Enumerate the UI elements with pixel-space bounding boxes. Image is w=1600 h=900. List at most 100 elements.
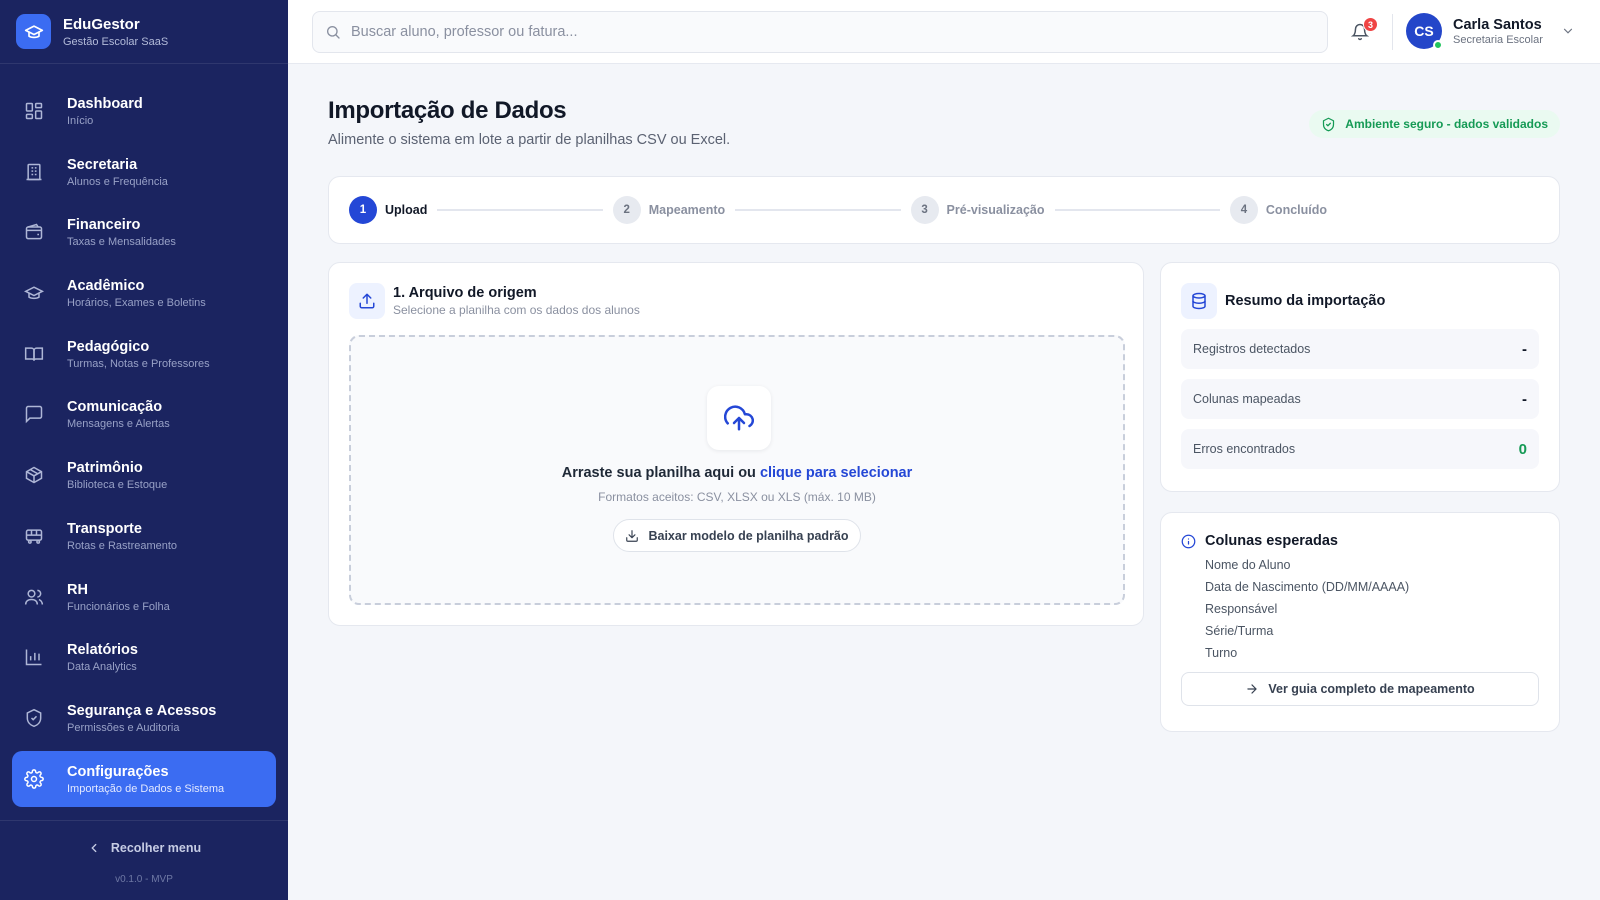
sidebar-item-secretaria[interactable]: Secretaria Alunos e Frequência	[12, 144, 276, 200]
step-upload[interactable]: 1 Upload	[349, 196, 427, 224]
bus-icon	[24, 526, 44, 546]
summary-row-value: -	[1522, 390, 1527, 408]
sidebar-item-configuracoes[interactable]: Configurações Importação de Dados e Siste…	[12, 750, 276, 807]
sidebar-item-label: Comunicação	[67, 399, 163, 416]
sidebar-item-sub: Alunos e Frequência	[67, 175, 168, 188]
sidebar-item-sub: Mensagens e Alertas	[67, 418, 170, 431]
online-status-dot	[1433, 40, 1443, 50]
summary-row-label: Erros encontrados	[1193, 442, 1296, 456]
sidebar-item-label: Configurações	[67, 763, 169, 780]
sidebar-item-dashboard[interactable]: Dashboard Início	[12, 83, 276, 139]
sidebar-item-transporte[interactable]: Transporte Rotas e Rastreamento	[12, 508, 276, 564]
step-label: Pré-visualização	[946, 203, 1045, 217]
sidebar-item-label: Secretaria	[67, 156, 138, 173]
summary-row-label: Colunas mapeadas	[1193, 392, 1301, 406]
step-mapeamento[interactable]: 2 Mapeamento	[612, 196, 725, 224]
header-divider	[1392, 14, 1393, 50]
building-icon	[24, 162, 44, 182]
summary-row-value: 0	[1518, 440, 1527, 458]
sidebar-item-label: Relatórios	[67, 642, 138, 659]
sidebar-item-label: Segurança e Acessos	[67, 702, 217, 719]
dropzone-text: Arraste sua planilha aqui ou clique para…	[351, 465, 1123, 481]
sidebar-item-label: Acadêmico	[67, 278, 145, 295]
sidebar-item-sub: Turmas, Notas e Professores	[67, 357, 210, 370]
gear-icon	[24, 768, 44, 789]
sidebar-item-label: Patrimônio	[67, 460, 143, 477]
file-dropzone[interactable]: Arraste sua planilha aqui ou clique para…	[349, 335, 1125, 605]
card-title: Colunas esperadas	[1205, 533, 1338, 549]
step-connector	[437, 209, 603, 211]
source-file-card: 1. Arquivo de origem Selecione a planilh…	[328, 262, 1144, 626]
sidebar: EduGestor Gestão Escolar SaaS Dashboard I…	[0, 0, 288, 900]
info-icon	[1181, 534, 1196, 548]
sidebar-item-sub: Data Analytics	[67, 661, 137, 674]
sidebar-item-sub: Horários, Exames e Boletins	[67, 297, 206, 310]
sidebar-item-label: Pedagógico	[67, 338, 150, 355]
sidebar-item-comunicacao[interactable]: Comunicação Mensagens e Alertas	[12, 386, 276, 442]
sidebar-item-sub: Taxas e Mensalidades	[67, 236, 176, 249]
users-icon	[24, 587, 44, 607]
step-concluido[interactable]: 4 Concluído	[1229, 196, 1328, 224]
sidebar-item-rh[interactable]: RH Funcionários e Folha	[12, 569, 276, 625]
card-title: 1. Arquivo de origem	[393, 285, 537, 301]
notifications-button[interactable]: 3	[1348, 17, 1378, 44]
box-icon	[24, 465, 44, 485]
sidebar-item-sub: Início	[67, 115, 94, 127]
user-menu[interactable]: CS Carla Santos Secretaria Escolar	[1406, 13, 1575, 50]
summary-row-columns: Colunas mapeadas -	[1181, 379, 1539, 419]
search-icon	[327, 26, 340, 39]
grid-icon	[24, 101, 44, 121]
summary-row-records: Registros detectados -	[1181, 329, 1539, 369]
download-template-button[interactable]: Baixar modelo de planilha padrão	[613, 519, 861, 552]
sidebar-item-sub: Rotas e Rastreamento	[67, 539, 178, 552]
dropzone-instruction: Arraste sua planilha aqui ou	[561, 465, 756, 481]
import-summary-card: Resumo da importação Registros detectado…	[1160, 262, 1560, 492]
main-content: Importação de Dados Alimente o sistema e…	[288, 64, 1600, 900]
expected-columns-list: Nome do Aluno Data de Nascimento (DD/MM/…	[1205, 554, 1539, 664]
step-connector	[1054, 209, 1220, 211]
collapse-menu-button[interactable]: Recolher menu	[0, 841, 288, 855]
step-connector	[735, 209, 901, 211]
sidebar-item-patrimonio[interactable]: Patrimônio Biblioteca e Estoque	[12, 447, 276, 503]
card-title: Resumo da importação	[1225, 293, 1386, 309]
card-subtitle: Selecione a planilha com os dados dos al…	[393, 303, 640, 317]
step-label: Concluído	[1265, 203, 1328, 217]
graduation-cap-logo-icon	[16, 14, 51, 49]
shield-check-icon	[1323, 117, 1335, 131]
sidebar-item-pedagogico[interactable]: Pedagógico Turmas, Notas e Professores	[12, 326, 276, 382]
list-item: Turno	[1205, 646, 1238, 660]
sidebar-item-label: Transporte	[67, 520, 142, 537]
sidebar-item-sub: Permissões e Auditoria	[67, 721, 180, 734]
notification-count-badge: 3	[1363, 17, 1378, 32]
list-item: Responsável	[1205, 602, 1278, 616]
import-stepper: 1 Upload 2 Mapeamento 3 Pré-visualização…	[328, 176, 1560, 244]
step-number: 2	[612, 196, 641, 224]
page-title: Importação de Dados	[328, 97, 567, 124]
sidebar-item-sub: Funcionários e Folha	[67, 600, 170, 613]
app-name: EduGestor	[63, 15, 140, 33]
expected-columns-card: Colunas esperadas Nome do Aluno Data de …	[1160, 512, 1560, 732]
step-number: 4	[1229, 196, 1258, 224]
sidebar-item-sub: Biblioteca e Estoque	[67, 479, 168, 492]
collapse-menu-label: Recolher menu	[110, 841, 202, 855]
page-subtitle: Alimente o sistema em lote a partir de p…	[328, 132, 731, 148]
step-pre-visualizacao[interactable]: 3 Pré-visualização	[910, 196, 1045, 224]
sidebar-item-financeiro[interactable]: Financeiro Taxas e Mensalidades	[12, 204, 276, 260]
search-input[interactable]	[351, 24, 1251, 40]
sidebar-footer: Recolher menu v0.1.0 - MVP	[0, 820, 288, 900]
chat-icon	[24, 404, 44, 424]
accepted-formats: Formatos aceitos: CSV, XLSX ou XLS (máx.…	[598, 490, 876, 504]
brand[interactable]: EduGestor Gestão Escolar SaaS	[0, 0, 288, 64]
step-number: 3	[910, 196, 939, 224]
mapping-guide-button[interactable]: Ver guia completo de mapeamento	[1181, 672, 1539, 706]
secure-environment-badge: Ambiente seguro - dados validados	[1309, 110, 1560, 138]
select-file-link[interactable]: clique para selecionar	[760, 465, 912, 481]
search-bar[interactable]	[312, 11, 1328, 53]
summary-row-errors: Erros encontrados 0	[1181, 429, 1539, 469]
summary-row-label: Registros detectados	[1193, 342, 1311, 356]
sidebar-item-relatorios[interactable]: Relatórios Data Analytics	[12, 629, 276, 685]
sidebar-item-academico[interactable]: Acadêmico Horários, Exames e Boletins	[12, 265, 276, 321]
shield-icon	[24, 708, 44, 728]
list-item: Série/Turma	[1205, 624, 1274, 638]
sidebar-item-seguranca[interactable]: Segurança e Acessos Permissões e Auditori…	[12, 690, 276, 746]
